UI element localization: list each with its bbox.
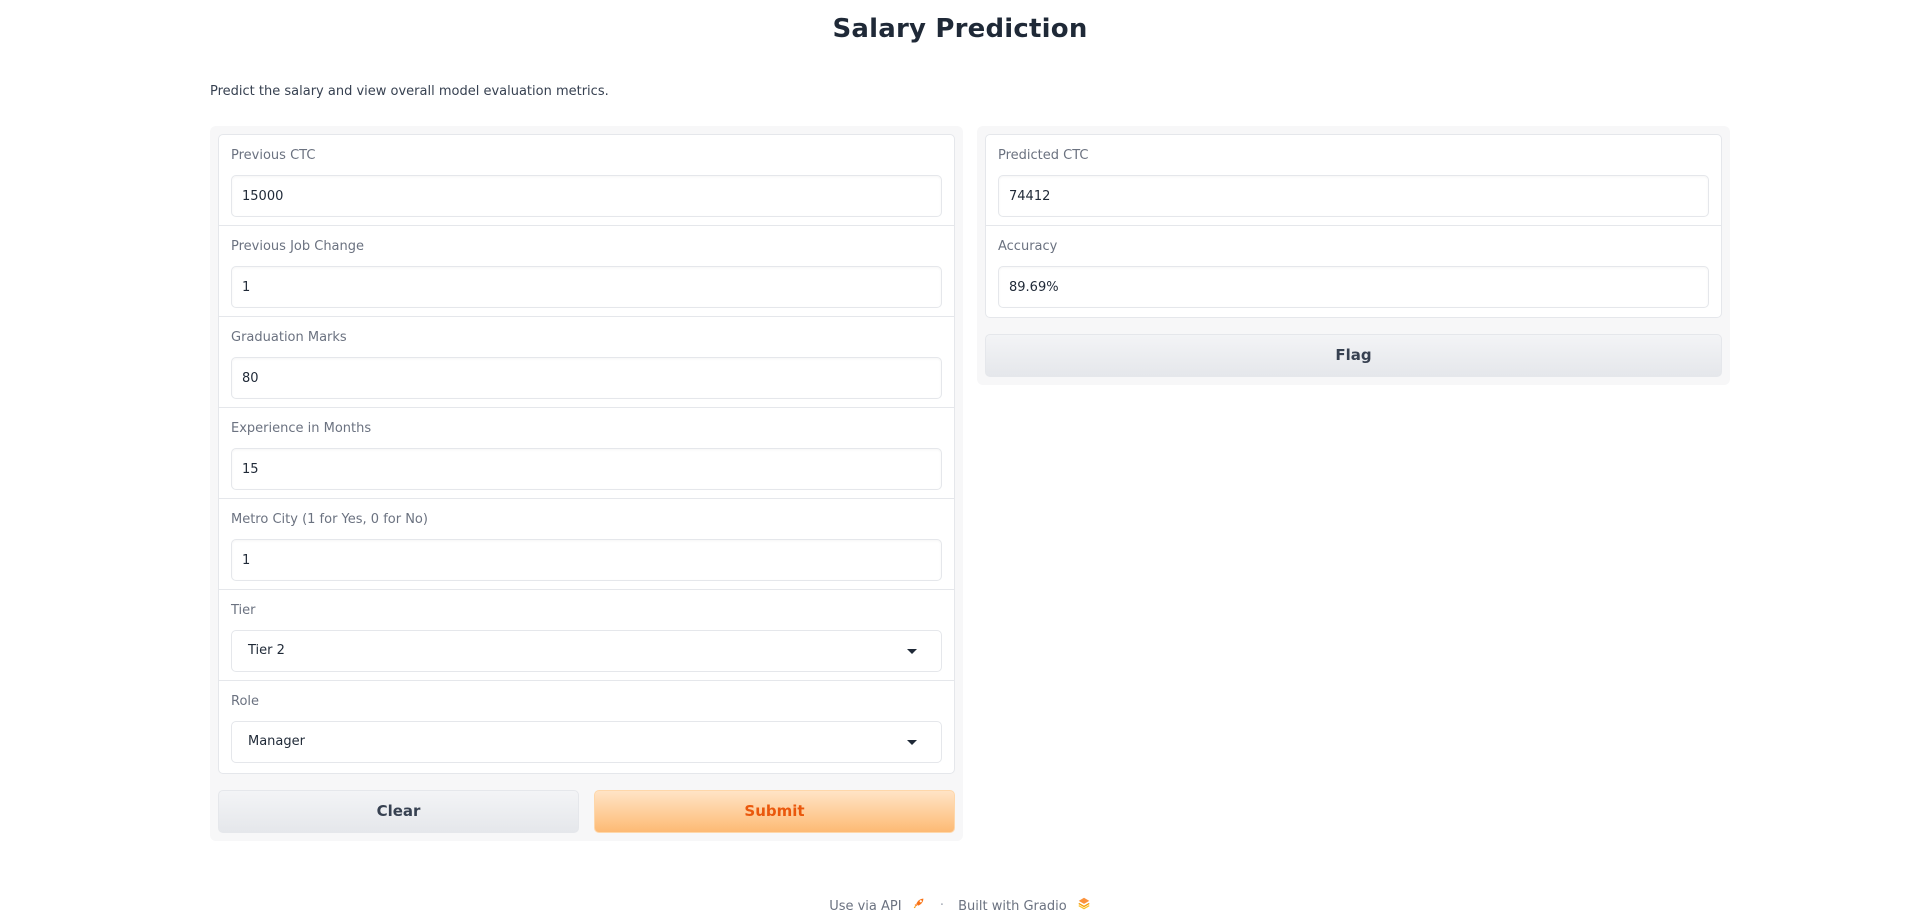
accuracy-label: Accuracy <box>998 239 1058 254</box>
experience-months-label: Experience in Months <box>231 421 372 436</box>
previous-ctc-field: Previous CTC <box>219 135 954 226</box>
predicted-ctc-output[interactable] <box>998 175 1709 217</box>
output-panel: Predicted CTC Accuracy Flag <box>977 126 1730 385</box>
previous-job-change-label: Previous Job Change <box>231 239 365 254</box>
predicted-ctc-label: Predicted CTC <box>998 148 1089 163</box>
use-via-api-link[interactable]: Use via API <box>829 896 926 914</box>
role-label: Role <box>231 694 260 709</box>
app-root: Salary Prediction Predict the salary and… <box>0 0 1920 920</box>
tier-label: Tier <box>231 603 256 618</box>
graduation-marks-input[interactable] <box>231 357 942 399</box>
built-with-gradio-link[interactable]: Built with Gradio <box>958 896 1091 914</box>
use-via-api-label: Use via API <box>829 899 902 914</box>
graduation-marks-label: Graduation Marks <box>231 330 347 345</box>
experience-months-field: Experience in Months <box>219 408 954 499</box>
predicted-ctc-field: Predicted CTC <box>986 135 1721 226</box>
tier-dropdown[interactable]: Tier 2 <box>231 630 942 672</box>
accuracy-field: Accuracy <box>986 226 1721 317</box>
submit-button[interactable]: Submit <box>594 790 955 833</box>
previous-job-change-field: Previous Job Change <box>219 226 954 317</box>
tier-field: Tier Tier 2 <box>219 590 954 681</box>
output-form: Predicted CTC Accuracy <box>985 134 1722 318</box>
flag-button[interactable]: Flag <box>985 334 1722 377</box>
role-field: Role Manager <box>219 681 954 772</box>
tier-selected-value: Tier 2 <box>248 643 285 658</box>
role-selected-value: Manager <box>248 734 305 749</box>
footer: Use via API · Built with Gradio <box>0 896 1920 914</box>
gradio-logo-icon <box>1078 897 1090 910</box>
page-description: Predict the salary and view overall mode… <box>210 84 609 99</box>
chevron-down-icon <box>907 649 917 654</box>
previous-ctc-label: Previous CTC <box>231 148 316 163</box>
previous-job-change-input[interactable] <box>231 266 942 308</box>
metro-city-field: Metro City (1 for Yes, 0 for No) <box>219 499 954 590</box>
input-panel: Previous CTC Previous Job Change Graduat… <box>210 126 963 841</box>
clear-button[interactable]: Clear <box>218 790 579 833</box>
page-title: Salary Prediction <box>832 14 1088 44</box>
role-dropdown[interactable]: Manager <box>231 721 942 763</box>
footer-separator: · <box>939 897 944 913</box>
accuracy-output[interactable] <box>998 266 1709 308</box>
built-with-gradio-label: Built with Gradio <box>958 899 1067 914</box>
previous-ctc-input[interactable] <box>231 175 942 217</box>
input-form: Previous CTC Previous Job Change Graduat… <box>218 134 955 774</box>
metro-city-input[interactable] <box>231 539 942 581</box>
graduation-marks-field: Graduation Marks <box>219 317 954 408</box>
experience-months-input[interactable] <box>231 448 942 490</box>
metro-city-label: Metro City (1 for Yes, 0 for No) <box>231 512 428 527</box>
rocket-icon <box>913 898 924 909</box>
chevron-down-icon <box>907 740 917 745</box>
